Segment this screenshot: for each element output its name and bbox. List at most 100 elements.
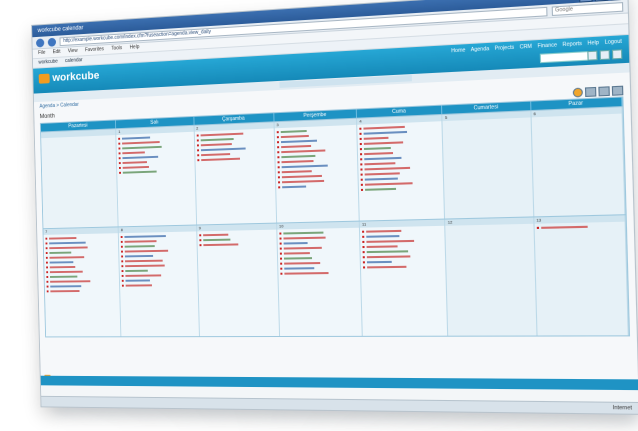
settings-icon[interactable] xyxy=(612,49,622,59)
calendar-event[interactable] xyxy=(280,251,358,254)
top-nav-item[interactable]: Home xyxy=(451,47,465,54)
calendar-event[interactable] xyxy=(119,155,192,160)
favorite-tab-2[interactable]: calendar xyxy=(65,56,83,66)
calendar-event[interactable] xyxy=(360,130,440,135)
calendar-event[interactable] xyxy=(46,246,117,249)
favorite-tab-1[interactable]: workcube xyxy=(38,58,58,68)
calendar-event[interactable] xyxy=(277,153,355,158)
calendar-event[interactable] xyxy=(277,138,355,143)
calendar-event[interactable] xyxy=(361,166,441,171)
day-cell[interactable]: 13 xyxy=(534,215,629,335)
calendar-event[interactable] xyxy=(46,256,117,259)
calendar-event[interactable] xyxy=(119,145,192,150)
calendar-event[interactable] xyxy=(360,135,440,140)
top-nav-item[interactable]: Reports xyxy=(562,41,582,48)
top-nav-item[interactable]: Help xyxy=(587,40,599,47)
calendar-event[interactable] xyxy=(277,148,355,153)
calendar-event[interactable] xyxy=(46,280,117,283)
top-nav-item[interactable]: Projects xyxy=(495,45,515,52)
month-selector[interactable]: Month xyxy=(40,114,55,120)
menu-tools[interactable]: Tools xyxy=(111,44,122,53)
calendar-event[interactable] xyxy=(360,150,440,155)
forward-icon[interactable] xyxy=(48,37,56,46)
calendar-event[interactable] xyxy=(279,236,357,240)
app-logo[interactable]: workcube xyxy=(39,70,100,85)
calendar-event[interactable] xyxy=(47,290,118,293)
calendar-event[interactable] xyxy=(278,174,356,179)
calendar-event[interactable] xyxy=(119,159,192,164)
calendar-event[interactable] xyxy=(278,169,356,174)
export-icon[interactable] xyxy=(598,86,609,96)
calendar-event[interactable] xyxy=(199,243,274,246)
calendar-event[interactable] xyxy=(122,264,195,267)
calendar-event[interactable] xyxy=(122,269,195,272)
top-nav-item[interactable]: Logout xyxy=(605,39,622,46)
calendar-event[interactable] xyxy=(46,270,117,273)
calendar-event[interactable] xyxy=(119,169,192,174)
day-cell[interactable]: 6 xyxy=(531,107,625,216)
calendar-event[interactable] xyxy=(121,234,194,238)
calendar-event[interactable] xyxy=(277,164,355,169)
browser-search-input[interactable]: Google xyxy=(552,2,624,16)
calendar-event[interactable] xyxy=(197,151,272,156)
calendar-event[interactable] xyxy=(197,141,272,146)
calendar-event[interactable] xyxy=(361,181,441,186)
calendar-event[interactable] xyxy=(196,131,271,136)
print-icon[interactable] xyxy=(585,86,596,96)
top-nav-item[interactable]: Agenda xyxy=(471,46,490,53)
calendar-event[interactable] xyxy=(360,155,440,160)
calendar-event[interactable] xyxy=(361,186,441,190)
calendar-event[interactable] xyxy=(280,246,358,249)
day-cell[interactable]: 12 xyxy=(446,217,538,335)
list-view-icon[interactable] xyxy=(612,85,624,95)
day-cell[interactable]: 3 xyxy=(274,119,359,223)
calendar-event[interactable] xyxy=(46,241,117,244)
calendar-event[interactable] xyxy=(278,179,356,184)
calendar-event[interactable] xyxy=(360,161,440,166)
day-cell[interactable] xyxy=(41,129,119,228)
calendar-event[interactable] xyxy=(360,140,440,145)
calendar-event[interactable] xyxy=(122,274,195,277)
day-cell[interactable]: 11 xyxy=(360,220,449,336)
calendar-event[interactable] xyxy=(121,249,194,252)
calendar-event[interactable] xyxy=(278,184,356,188)
day-cell[interactable]: 2 xyxy=(194,122,277,224)
calendar-event[interactable] xyxy=(45,236,116,239)
calendar-event[interactable] xyxy=(118,135,191,140)
calendar-event[interactable] xyxy=(279,231,357,235)
day-cell[interactable]: 9 xyxy=(197,224,280,337)
day-cell[interactable]: 10 xyxy=(277,222,363,336)
menu-file[interactable]: File xyxy=(38,49,45,58)
mail-icon[interactable] xyxy=(587,51,597,61)
day-cell[interactable]: 1 xyxy=(116,126,196,227)
calendar-event[interactable] xyxy=(359,124,439,129)
calendar-event[interactable] xyxy=(277,159,355,164)
calendar-event[interactable] xyxy=(363,265,444,268)
calendar-event[interactable] xyxy=(196,136,271,141)
calendar-event[interactable] xyxy=(122,284,195,287)
calendar-event[interactable] xyxy=(362,239,442,243)
calendar-event[interactable] xyxy=(46,275,117,278)
calendar-event[interactable] xyxy=(122,259,195,262)
top-nav-item[interactable]: Finance xyxy=(537,42,557,49)
calendar-event[interactable] xyxy=(363,255,443,258)
calendar-event[interactable] xyxy=(280,256,358,259)
menu-view[interactable]: View xyxy=(68,47,78,56)
calendar-event[interactable] xyxy=(280,272,358,275)
day-cell[interactable]: 7 xyxy=(43,227,121,336)
calendar-event[interactable] xyxy=(277,133,355,138)
calendar-event[interactable] xyxy=(47,285,118,288)
calendar-event[interactable] xyxy=(119,140,192,145)
calendar-event[interactable] xyxy=(46,265,117,268)
menu-favorites[interactable]: Favorites xyxy=(85,45,104,55)
calendar-event[interactable] xyxy=(363,250,443,254)
back-icon[interactable] xyxy=(36,38,44,47)
calendar-event[interactable] xyxy=(360,145,440,150)
calendar-event[interactable] xyxy=(280,267,358,270)
calendar-event[interactable] xyxy=(279,241,357,245)
calendar-event[interactable] xyxy=(46,251,117,254)
calendar-event[interactable] xyxy=(277,128,355,133)
calendar-event[interactable] xyxy=(197,156,272,161)
menu-help[interactable]: Help xyxy=(130,43,140,52)
day-cell[interactable]: 4 xyxy=(357,115,445,221)
